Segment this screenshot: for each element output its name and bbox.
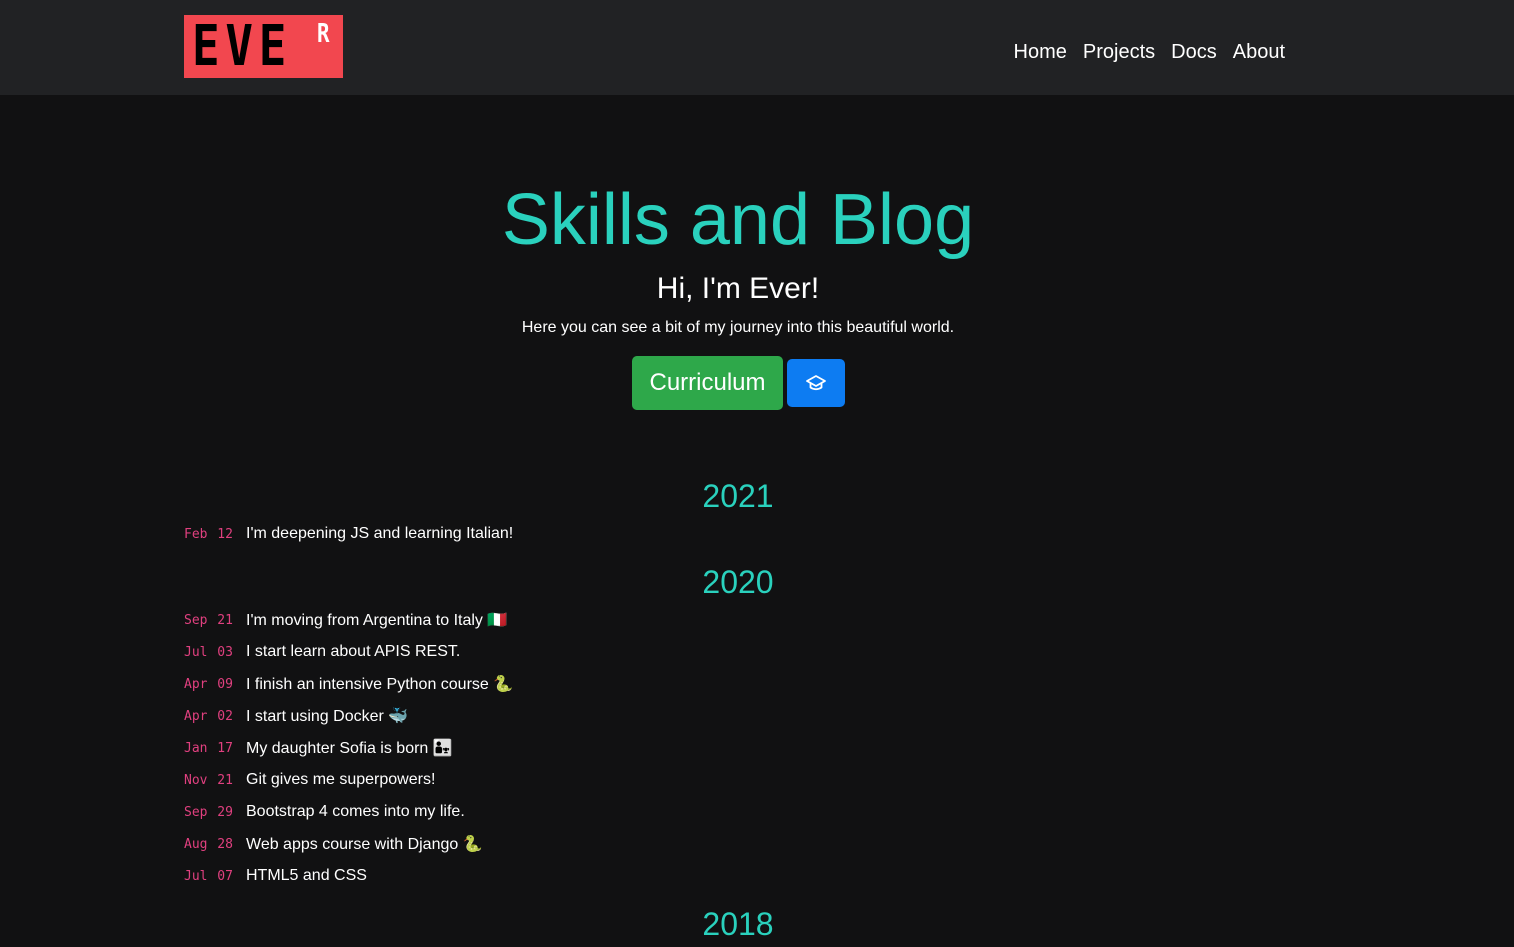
site-logo[interactable]: EVE R [184,15,343,78]
entry-text: I start using Docker 🐳 [246,708,409,725]
entry-text: Git gives me superpowers! [246,771,436,788]
year-heading: 2018 [702,906,774,942]
entry-date: Apr 09 [184,676,233,692]
entry-text: Web apps course with Django 🐍 [246,836,483,853]
timeline-entry: Aug 28 Web apps course with Django 🐍 [184,833,483,855]
timeline-entry: Sep 29 Bootstrap 4 comes into my life. [184,801,465,823]
entry-text: HTML5 and CSS [246,867,367,884]
logo-superscript: R [317,19,330,49]
nav-projects[interactable]: Projects [1083,38,1155,66]
nav-home[interactable]: Home [1014,38,1067,66]
hero-text: Here you can see a bit of my journey int… [521,319,955,336]
hero-subtitle: Hi, I'm Ever! [656,272,820,305]
entry-date: Jul 03 [184,644,233,660]
year-heading: 2021 [702,478,774,514]
entry-text: I start learn about APIS REST. [246,643,461,660]
timeline-entry: Feb 12 I'm deepening JS and learning Ita… [184,523,513,545]
navbar: EVE R Home Projects Docs About [0,0,1514,95]
timeline-entry: Jul 03 I start learn about APIS REST. [184,641,460,663]
education-button[interactable] [787,359,845,407]
entry-date: Apr 02 [184,708,233,724]
entry-date: Sep 21 [184,612,233,628]
entry-text: I'm deepening JS and learning Italian! [246,525,514,542]
entry-date: Aug 28 [184,836,233,852]
nav-about[interactable]: About [1233,38,1285,66]
entry-text: I'm moving from Argentina to Italy 🇮🇹 [246,612,508,629]
timeline-entry: Apr 02 I start using Docker 🐳 [184,705,408,727]
entry-date: Nov 21 [184,772,233,788]
entry-date: Jan 17 [184,740,233,756]
timeline-entry: Apr 09 I finish an intensive Python cour… [184,673,513,695]
entry-text: I finish an intensive Python course 🐍 [246,676,514,693]
nav-menu: Home Projects Docs About [1014,38,1285,66]
entry-text: Bootstrap 4 comes into my life. [246,803,465,820]
entry-date: Feb 12 [184,526,233,542]
timeline-entry: Jan 17 My daughter Sofia is born 👨‍👧 [184,737,453,759]
entry-date: Jul 07 [184,868,233,884]
nav-docs[interactable]: Docs [1171,38,1217,66]
curriculum-button[interactable]: Curriculum [632,356,783,410]
entry-date: Sep 29 [184,804,233,820]
timeline-entry: Sep 21 I'm moving from Argentina to Ital… [184,609,507,631]
page-title: Skills and Blog [501,180,975,260]
logo-text: EVE [192,15,293,78]
entry-text: My daughter Sofia is born 👨‍👧 [246,740,453,757]
timeline-entry: Jul 07 HTML5 and CSS [184,865,367,887]
timeline-entry: Nov 21 Git gives me superpowers! [184,769,435,791]
graduation-cap-icon [806,375,826,391]
year-heading: 2020 [702,564,774,600]
